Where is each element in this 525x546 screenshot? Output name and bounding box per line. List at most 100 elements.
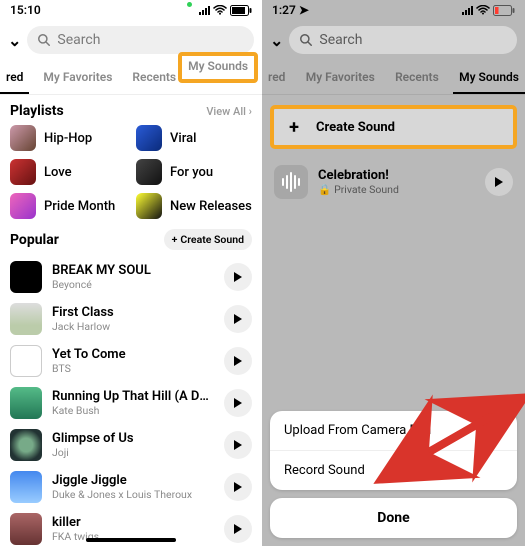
pane-my-sounds: 1:27 ➤ ⌄ Search red My Favorites Recents… (262, 0, 525, 546)
song-artist: Duke & Jones x Louis Theroux (52, 488, 214, 501)
wifi-icon (476, 5, 490, 15)
play-button[interactable] (224, 473, 252, 501)
collapse-chevron-icon[interactable]: ⌄ (270, 31, 283, 50)
song-row[interactable]: Running Up That Hill (A Deal With God)Ka… (0, 382, 262, 424)
album-cover-icon (10, 387, 42, 419)
search-icon (37, 33, 51, 47)
status-time: 15:10 (10, 3, 41, 17)
playlist-thumb-icon (10, 125, 36, 151)
tab-my-favorites[interactable]: My Favorites (300, 64, 381, 94)
album-cover-icon (10, 261, 42, 293)
song-title: BREAK MY SOUL (52, 263, 214, 278)
upload-from-camera-roll-button[interactable]: Upload From Camera Roll (270, 411, 517, 450)
song-title: killer (52, 515, 214, 530)
song-artist: Beyoncé (52, 278, 214, 291)
search-placeholder: Search (57, 32, 100, 48)
tab-featured[interactable]: red (262, 64, 291, 94)
song-title: Glimpse of Us (52, 431, 214, 446)
location-icon: ➤ (299, 3, 309, 17)
playlist-for-you[interactable]: For you (136, 159, 252, 185)
playlist-viral[interactable]: Viral (136, 125, 252, 151)
play-button[interactable] (485, 168, 513, 196)
song-row[interactable]: Yet To ComeBTS (0, 340, 262, 382)
play-button[interactable] (224, 347, 252, 375)
popular-header: Popular (10, 232, 59, 248)
tab-recents[interactable]: Recents (389, 64, 445, 94)
album-cover-icon (10, 513, 42, 545)
album-cover-icon (10, 303, 42, 335)
record-sound-button[interactable]: Record Sound (270, 450, 517, 490)
playlists-section: Playlists View All › Hip-Hop Viral Love … (0, 95, 262, 219)
mic-indicator-icon (187, 2, 192, 7)
pane-featured: 15:10 ⌄ Search red My Favorites Recents … (0, 0, 262, 546)
lock-icon: 🔒 (318, 183, 331, 196)
plus-icon: + (172, 233, 178, 246)
search-input[interactable]: Search (289, 26, 517, 54)
album-cover-icon (10, 471, 42, 503)
highlight-my-sounds: My Sounds (178, 52, 258, 83)
search-placeholder: Search (319, 32, 362, 48)
battery-icon (230, 5, 252, 16)
signal-icon (462, 6, 473, 15)
tabs-bar: red My Favorites Recents My Sounds (262, 60, 525, 95)
status-bar: 1:27 ➤ (262, 0, 525, 20)
view-all-button[interactable]: View All › (206, 105, 252, 118)
song-artist: BTS (52, 362, 214, 375)
playlist-thumb-icon (136, 125, 162, 151)
sound-title: Celebration! (318, 168, 475, 183)
playlist-hip-hop[interactable]: Hip-Hop (10, 125, 126, 151)
tab-featured[interactable]: red (0, 64, 29, 94)
song-row[interactable]: First ClassJack Harlow (0, 298, 262, 340)
search-input[interactable]: Search (27, 26, 254, 54)
create-sound-button[interactable]: + Create Sound (164, 229, 252, 250)
play-button[interactable] (224, 263, 252, 291)
song-row[interactable]: Jiggle JiggleDuke & Jones x Louis Therou… (0, 466, 262, 508)
home-indicator-icon (86, 538, 176, 542)
playlist-new-releases[interactable]: New Releases (136, 193, 252, 219)
album-cover-icon (10, 345, 42, 377)
search-icon (299, 33, 313, 47)
status-time-group: 1:27 ➤ (272, 3, 309, 17)
playlists-header: Playlists (10, 103, 64, 119)
signal-icon (199, 6, 210, 15)
playlist-thumb-icon (10, 193, 36, 219)
song-title: Running Up That Hill (A Deal With God) (52, 389, 214, 404)
status-indicators (199, 5, 252, 16)
action-sheet: Upload From Camera Roll Record Sound Don… (270, 411, 517, 538)
play-button[interactable] (224, 389, 252, 417)
song-row[interactable]: BREAK MY SOULBeyoncé (0, 256, 262, 298)
tab-recents[interactable]: Recents (126, 64, 182, 94)
wifi-icon (213, 5, 227, 15)
playlist-pride-month[interactable]: Pride Month (10, 193, 126, 219)
status-indicators (462, 5, 515, 16)
playlist-thumb-icon (136, 159, 162, 185)
status-bar: 15:10 (0, 0, 262, 20)
waveform-icon (274, 165, 308, 199)
done-button[interactable]: Done (270, 498, 517, 538)
song-artist: Jack Harlow (52, 320, 214, 333)
play-button[interactable] (224, 431, 252, 459)
battery-low-icon (493, 5, 515, 16)
song-row[interactable]: Glimpse of UsJoji (0, 424, 262, 466)
collapse-chevron-icon[interactable]: ⌄ (8, 31, 21, 50)
tab-my-favorites[interactable]: My Favorites (37, 64, 118, 94)
playlist-love[interactable]: Love (10, 159, 126, 185)
sound-subtitle: 🔒 Private Sound (318, 183, 475, 196)
song-title: Jiggle Jiggle (52, 473, 214, 488)
song-title: Yet To Come (52, 347, 214, 362)
song-artist: Joji (52, 446, 214, 459)
play-button[interactable] (224, 305, 252, 333)
create-sound-row[interactable]: + Create Sound (270, 105, 517, 149)
songs-list: BREAK MY SOULBeyoncé First ClassJack Har… (0, 256, 262, 546)
tab-my-sounds[interactable]: My Sounds (178, 52, 258, 83)
sound-row[interactable]: Celebration! 🔒 Private Sound (262, 157, 525, 207)
tab-my-sounds[interactable]: My Sounds (453, 64, 525, 94)
album-cover-icon (10, 429, 42, 461)
song-artist: Kate Bush (52, 404, 214, 417)
play-button[interactable] (224, 515, 252, 543)
create-sound-label: Create Sound (316, 120, 395, 135)
plus-icon: + (284, 117, 304, 137)
sheet-options: Upload From Camera Roll Record Sound (270, 411, 517, 490)
song-title: First Class (52, 305, 214, 320)
playlist-thumb-icon (136, 193, 162, 219)
